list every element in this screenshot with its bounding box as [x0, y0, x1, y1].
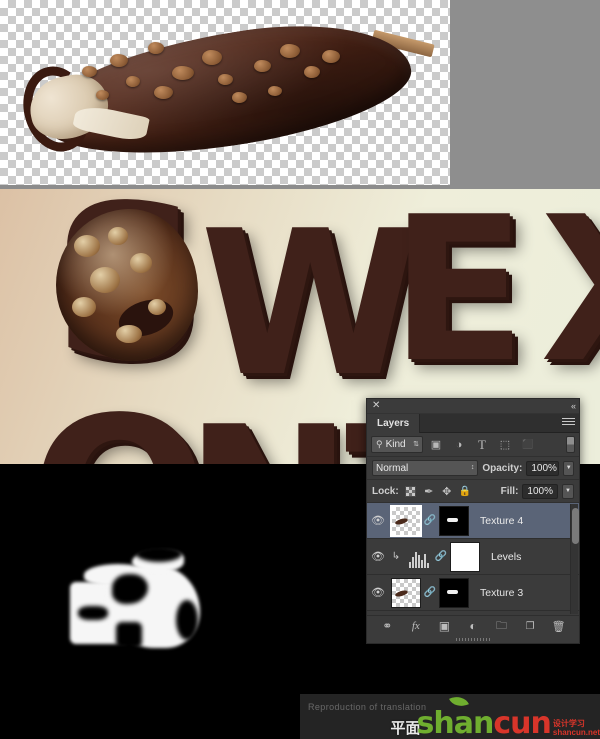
mask-white-shape — [70, 544, 220, 659]
search-icon: ⚲ — [376, 439, 383, 449]
layer-row-levels[interactable]: 👁 ↳ 🔗 Levels — [367, 539, 579, 575]
brand-sublines: 设计学习 shancun.net — [553, 719, 600, 737]
brand-part-shan: shan — [416, 706, 495, 739]
layer-mask-thumbnail[interactable] — [450, 541, 480, 572]
blend-mode-dropdown[interactable]: Normal ↕ — [372, 460, 479, 476]
layer-filter-row: ⚲ Kind ⇅ ▣ ◑ T ⬚ ⬛ — [367, 433, 579, 457]
link-mask-icon[interactable]: 🔗 — [424, 585, 436, 601]
blend-mode-row: Normal ↕ Opacity: 100% ▼ — [367, 457, 579, 480]
new-group-icon[interactable]: 🗀 — [493, 618, 511, 635]
blend-mode-value: Normal — [376, 462, 409, 474]
layer-thumbnail[interactable] — [391, 577, 421, 608]
eye-icon[interactable]: 👁 — [370, 549, 386, 565]
brand-wordmark: shancun — [416, 692, 552, 739]
lock-icons-group: ✒ ✥ 🔒 — [405, 485, 471, 498]
close-icon[interactable]: ✕ — [372, 401, 380, 411]
lock-position-icon[interactable]: ✥ — [441, 485, 453, 498]
chevron-updown-icon[interactable]: ⇅ — [413, 441, 419, 448]
eye-icon[interactable]: 👁 — [370, 585, 386, 601]
opacity-label: Opacity: — [482, 462, 523, 474]
clipping-mask-icon: ↳ — [391, 551, 401, 562]
brand-part-cun: cun — [493, 706, 551, 739]
collapse-panel-icon[interactable]: « — [571, 401, 576, 411]
layer-mask-thumbnail[interactable] — [439, 505, 469, 536]
layer-mask-thumbnail[interactable] — [439, 577, 469, 608]
brand-subline-1: 设计学习 — [552, 718, 585, 728]
levels-histogram-icon[interactable] — [406, 546, 432, 568]
bar-body — [14, 5, 422, 175]
fill-value[interactable]: 100% — [522, 483, 558, 499]
layer-row-texture-3[interactable]: 👁 🔗 Texture 3 — [367, 575, 579, 611]
layer-name[interactable]: Levels — [491, 551, 521, 563]
add-layer-mask-icon[interactable]: ▣ — [435, 618, 453, 635]
layers-list[interactable]: 👁 🔗 Texture 4 👁 ↳ 🔗 Levels 👁 🔗 Texture 3 — [367, 503, 579, 615]
transparency-checkerboard — [0, 0, 450, 185]
letter-X: X — [540, 191, 600, 391]
panel-tab-row: Layers — [367, 414, 579, 433]
layer-name[interactable]: Texture 3 — [480, 587, 523, 599]
filter-smart-object-icon[interactable]: ⬛ — [518, 436, 538, 454]
lock-image-pixels-icon[interactable]: ✒ — [423, 485, 435, 498]
layer-row-texture-4[interactable]: 👁 🔗 Texture 4 — [367, 503, 579, 539]
layer-thumbnail[interactable] — [390, 504, 422, 537]
filter-pixel-icon[interactable]: ▣ — [426, 436, 446, 454]
new-layer-icon[interactable]: ❐ — [521, 618, 539, 635]
eye-icon[interactable]: 👁 — [370, 513, 386, 529]
layers-panel[interactable]: ✕ « Layers ⚲ Kind ⇅ ▣ ◑ T ⬚ ⬛ Normal ↕ O… — [366, 398, 580, 644]
filter-adjustment-icon[interactable]: ◑ — [449, 436, 469, 454]
link-mask-icon[interactable]: 🔗 — [424, 513, 436, 529]
chocolate-texture-on-S — [56, 209, 198, 361]
fill-label: Fill: — [500, 485, 519, 497]
transparent-product-panel — [0, 0, 600, 189]
scrollbar-thumb[interactable] — [572, 508, 579, 544]
tab-layers[interactable]: Layers — [367, 414, 421, 433]
filter-enable-toggle[interactable] — [566, 436, 575, 453]
letter-O: O — [30, 390, 209, 465]
filter-kind-dropdown[interactable]: ⚲ Kind ⇅ — [371, 436, 423, 453]
screenshot-root: S W E X O N T "Texture — [0, 0, 600, 739]
chocolate-bar-image — [0, 0, 450, 185]
new-adjustment-layer-icon[interactable]: ◐ — [464, 618, 482, 635]
link-layers-icon[interactable]: ⚭ — [378, 618, 396, 635]
fill-chevron-down-icon[interactable]: ▼ — [562, 483, 574, 499]
delete-layer-icon[interactable]: 🗑 — [550, 618, 568, 635]
shancun-logo: 平面 shancun 设计学习 shancun.net — [391, 692, 600, 739]
filter-kind-label: Kind — [385, 439, 406, 450]
lock-label: Lock: — [372, 485, 399, 497]
watermark-overlay: Reproduction of translation 平面 shancun 设… — [300, 692, 600, 739]
letter-N: N — [185, 401, 352, 465]
panel-titlebar: ✕ « — [367, 399, 579, 414]
chevron-updown-icon[interactable]: ↕ — [471, 464, 475, 471]
opacity-value[interactable]: 100% — [526, 460, 560, 476]
link-mask-icon[interactable]: 🔗 — [435, 549, 447, 565]
brand-subline-2: shancun.net — [552, 727, 600, 737]
layers-footer-toolbar[interactable]: ⚭ fx ▣ ◐ 🗀 ❐ 🗑 — [367, 615, 579, 636]
layer-name[interactable]: Texture 4 — [480, 515, 523, 527]
filter-type-icon[interactable]: T — [472, 436, 492, 454]
lock-all-icon[interactable]: 🔒 — [458, 485, 470, 498]
lock-row: Lock: ✒ ✥ 🔒 Fill: 100% ▼ — [367, 480, 579, 503]
layers-scrollbar[interactable] — [570, 504, 579, 614]
panel-menu-icon[interactable] — [562, 418, 575, 429]
letter-W: W — [200, 189, 421, 421]
lock-transparency-icon[interactable] — [405, 485, 417, 498]
opacity-chevron-down-icon[interactable]: ▼ — [563, 460, 574, 476]
canvas-gray-area — [450, 0, 600, 189]
layer-style-fx-icon[interactable]: fx — [407, 618, 425, 635]
panel-resize-grip[interactable] — [367, 636, 579, 643]
filter-shape-icon[interactable]: ⬚ — [495, 436, 515, 454]
letter-E: E — [390, 189, 527, 407]
